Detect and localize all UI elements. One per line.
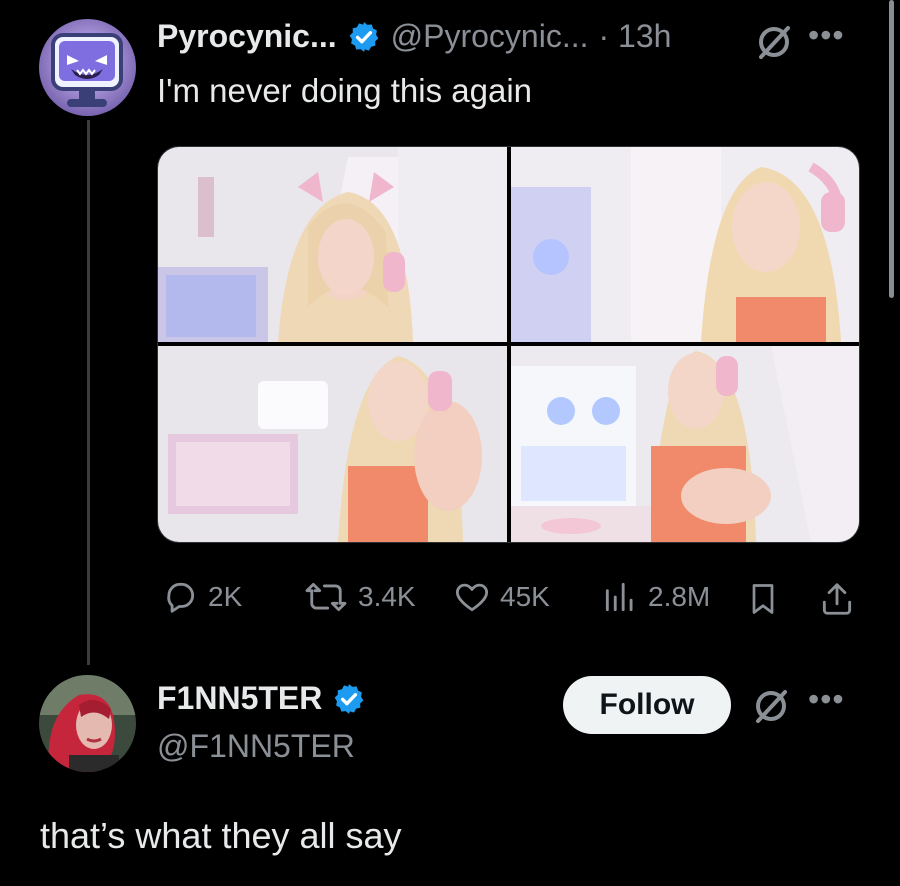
media-photo-3[interactable] bbox=[158, 346, 507, 542]
follow-button[interactable]: Follow bbox=[563, 676, 731, 734]
reply-author-name[interactable]: F1NN5TER bbox=[157, 680, 322, 717]
more-options-icon[interactable]: ••• bbox=[808, 17, 845, 54]
bookmark-icon[interactable] bbox=[745, 580, 781, 618]
views-count: 2.8M bbox=[648, 581, 711, 612]
reply-count: 2K bbox=[208, 581, 243, 612]
profile-photo-icon bbox=[39, 675, 136, 772]
tweet-header: Pyrocynic... @Pyrocynic... · 13h bbox=[157, 18, 671, 55]
tweet-text: I'm never doing this again bbox=[157, 72, 533, 109]
media-photo-2[interactable] bbox=[511, 147, 859, 342]
thread-connector-line bbox=[87, 120, 90, 665]
author-name[interactable]: Pyrocynic... bbox=[157, 18, 337, 55]
reply-icon bbox=[167, 582, 195, 613]
share-icon[interactable] bbox=[818, 580, 856, 618]
like-action[interactable]: 45K bbox=[452, 578, 550, 616]
tweet-timestamp[interactable]: · 13h bbox=[599, 18, 672, 55]
media-photo-4[interactable] bbox=[511, 346, 859, 542]
views-action[interactable]: 2.8M bbox=[600, 578, 710, 616]
heart-icon bbox=[455, 583, 489, 612]
author-avatar[interactable] bbox=[39, 19, 136, 116]
more-options-icon[interactable]: ••• bbox=[808, 681, 845, 718]
media-photo-1[interactable] bbox=[158, 147, 507, 342]
author-handle[interactable]: @Pyrocynic... bbox=[391, 18, 589, 55]
media-grid[interactable] bbox=[157, 146, 860, 543]
analytics-bar-icon bbox=[605, 582, 633, 612]
repost-icon bbox=[305, 582, 347, 612]
reply-author-handle[interactable]: @F1NN5TER bbox=[157, 728, 355, 765]
grok-icon[interactable] bbox=[755, 23, 793, 61]
reply-author-avatar[interactable] bbox=[39, 675, 136, 772]
like-count: 45K bbox=[500, 581, 550, 612]
repost-action[interactable]: 3.4K bbox=[302, 578, 416, 616]
reply-text: that’s what they all say bbox=[40, 815, 402, 856]
grok-icon[interactable] bbox=[752, 687, 790, 725]
verified-badge-icon bbox=[335, 683, 364, 714]
pink-monitor-ghost-avatar-icon bbox=[39, 19, 136, 116]
reply-header: F1NN5TER bbox=[157, 680, 366, 717]
verified-badge-icon bbox=[349, 21, 378, 52]
reply-action[interactable]: 2K bbox=[160, 578, 242, 616]
repost-count: 3.4K bbox=[358, 581, 416, 612]
scrollbar[interactable] bbox=[889, 0, 894, 298]
